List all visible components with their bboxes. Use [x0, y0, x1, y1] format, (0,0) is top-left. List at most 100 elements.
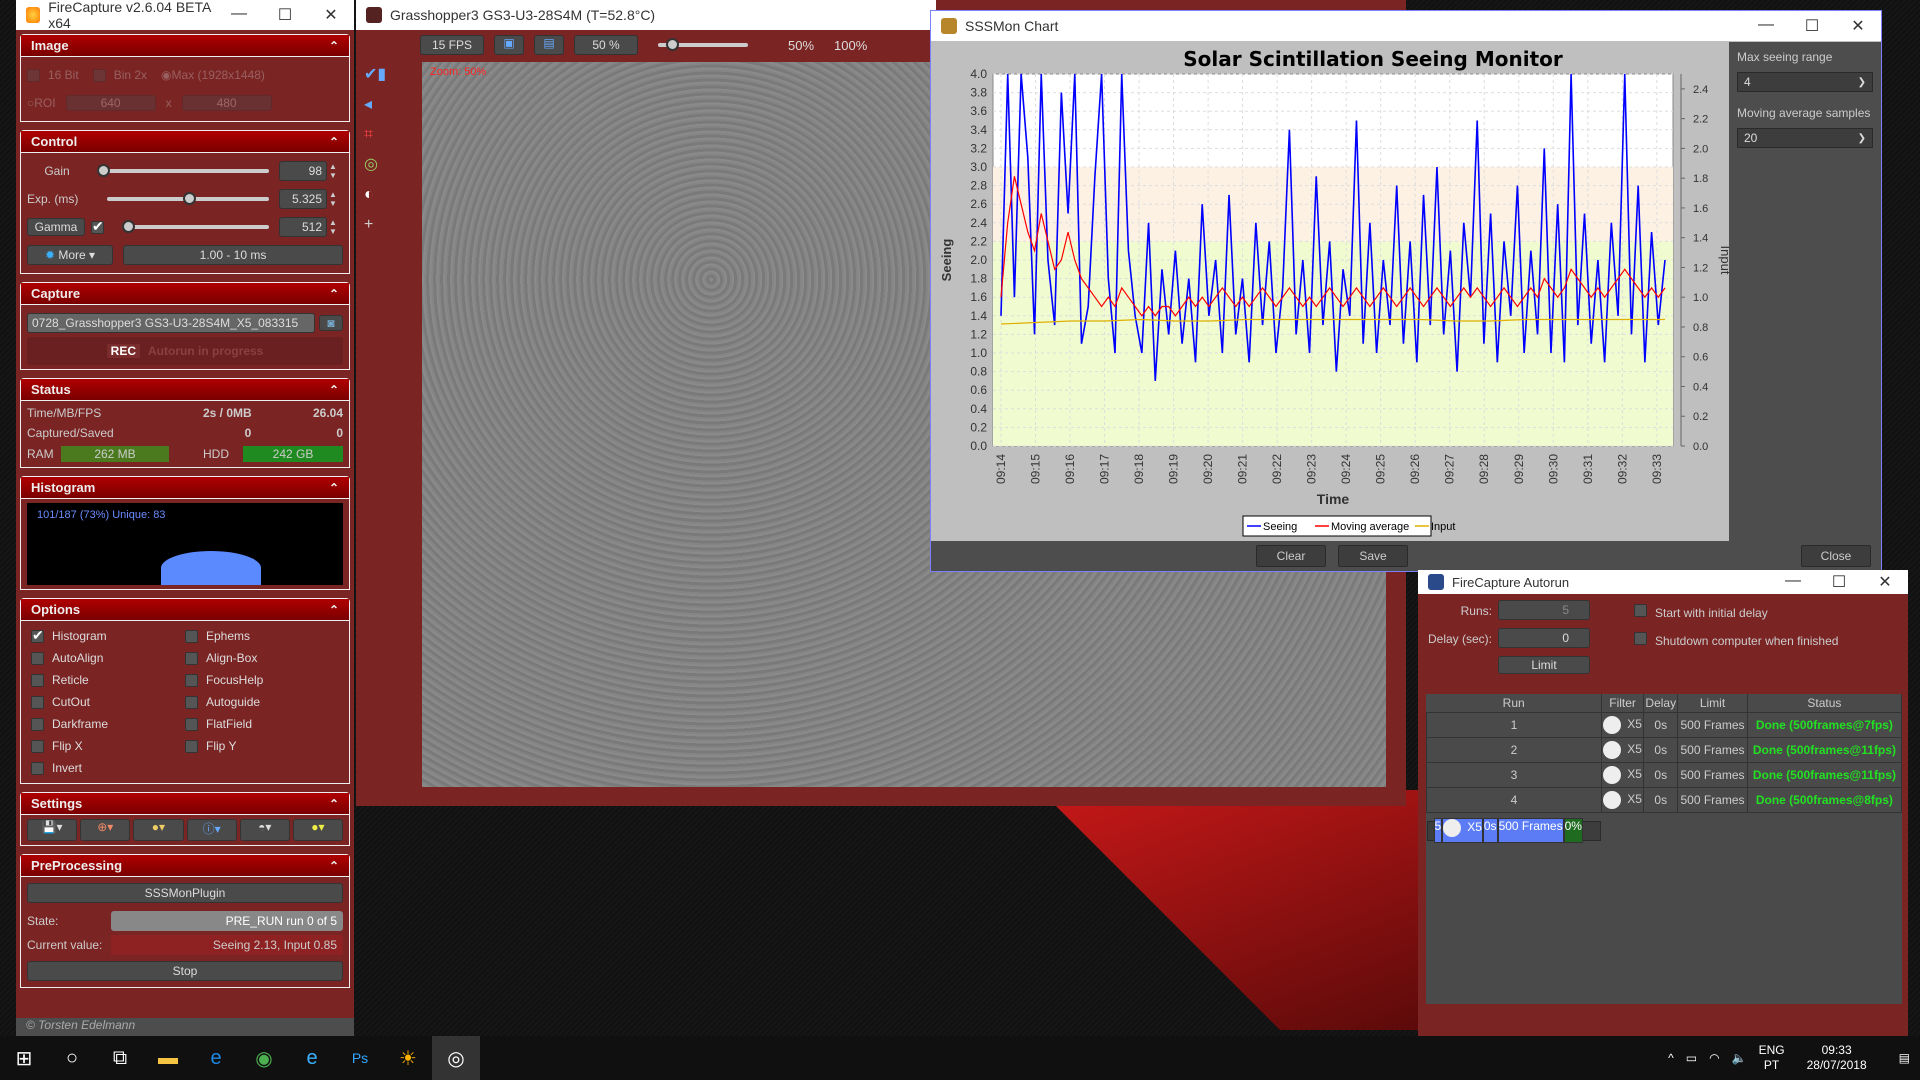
save-button[interactable]: Save [1338, 545, 1408, 567]
table-row[interactable]: 5 X5 0s 500 Frames 0% [1426, 818, 1602, 843]
option-autoalign[interactable]: AutoAlign [31, 647, 185, 669]
option-autoguide[interactable]: Autoguide [185, 691, 339, 713]
option-darkframe[interactable]: Darkframe [31, 713, 185, 735]
option-ephems[interactable]: Ephems [185, 625, 339, 647]
option-checkbox[interactable] [185, 717, 198, 731]
cortana-icon[interactable]: ○ [48, 1036, 96, 1080]
clear-button[interactable]: Clear [1256, 545, 1326, 567]
option-checkbox[interactable] [185, 673, 198, 687]
minimize-button[interactable]: — [216, 5, 262, 25]
limit-button[interactable]: Limit [1498, 656, 1590, 674]
delay-input[interactable]: 0 [1498, 628, 1590, 648]
close-button[interactable]: ✕ [1835, 16, 1881, 36]
gauge-icon[interactable]: ◓▾ [239, 819, 290, 841]
option-checkbox[interactable] [185, 629, 198, 643]
shutdown-checkbox[interactable] [1634, 632, 1647, 645]
collapse-icon[interactable]: ⌃ [329, 135, 339, 149]
windows-start-icon[interactable]: ⊞ [0, 1036, 48, 1080]
maximize-button[interactable]: ☐ [262, 5, 308, 25]
info-document-icon[interactable]: ⓘ▾ [186, 819, 237, 841]
exposure-range-button[interactable]: 1.00 - 10 ms [123, 245, 343, 265]
roi-radio[interactable]: ○ [27, 96, 34, 110]
internet-explorer-icon[interactable]: e [288, 1036, 336, 1080]
firecapture-taskbar-icon[interactable]: ◎ [432, 1036, 480, 1080]
option-checkbox[interactable] [31, 695, 44, 709]
maximize-button[interactable]: ☐ [1816, 572, 1862, 592]
sun-app-icon[interactable]: ☀ [384, 1036, 432, 1080]
display-settings-icon[interactable]: ▤ [534, 35, 564, 55]
chrome-icon[interactable]: ◉ [240, 1036, 288, 1080]
task-view-icon[interactable]: ⧉ [96, 1036, 144, 1080]
rec-button[interactable]: REC [106, 344, 140, 358]
add-icon[interactable]: + [364, 210, 404, 240]
focus-target-icon[interactable]: ◎ [364, 150, 404, 180]
gain-spinner[interactable]: ▲ ▼ [329, 162, 343, 180]
maximize-button[interactable]: ☐ [1789, 16, 1835, 36]
chart-close-button[interactable]: Close [1801, 545, 1871, 567]
max-range-select[interactable]: 4 ❯ [1737, 72, 1873, 92]
option-reticle[interactable]: Reticle [31, 669, 185, 691]
minimize-button[interactable]: — [1743, 16, 1789, 36]
roi-width-input[interactable]: 640 [65, 95, 156, 111]
column-header[interactable]: Status [1747, 694, 1903, 712]
action-center-icon[interactable]: ▤ [1899, 1051, 1910, 1065]
battery-icon[interactable]: ▭ [1686, 1051, 1697, 1065]
option-align-box[interactable]: Align-Box [185, 647, 339, 669]
table-row[interactable]: 3 X5 0s 500 Frames Done (500frames@11fps) [1426, 761, 1903, 788]
option-invert[interactable]: Invert [31, 757, 185, 779]
histogram-toggle-icon[interactable]: ✔▮ [364, 60, 404, 90]
tray-expand-icon[interactable]: ^ [1668, 1051, 1674, 1065]
option-checkbox[interactable] [31, 673, 44, 687]
collapse-icon[interactable]: ⌃ [329, 287, 339, 301]
option-flip-x[interactable]: Flip X [31, 735, 185, 757]
table-row[interactable]: 2 X5 0s 500 Frames Done (500frames@11fps) [1426, 736, 1903, 763]
close-button[interactable]: ✕ [1862, 572, 1908, 592]
planet-crosshair-icon[interactable]: ⊕▾ [80, 819, 131, 841]
collapse-icon[interactable]: ⌃ [329, 797, 339, 811]
sssmon-titlebar[interactable]: SSSMon Chart — ☐ ✕ [931, 11, 1881, 41]
roi-height-input[interactable]: 480 [181, 95, 272, 111]
collapse-icon[interactable]: ⌃ [329, 603, 339, 617]
contrast-icon[interactable]: ◐ [364, 180, 404, 210]
option-checkbox[interactable] [185, 651, 198, 665]
option-cutout[interactable]: CutOut [31, 691, 185, 713]
runs-input[interactable]: 5 [1498, 600, 1590, 620]
plugin-button[interactable]: SSSMonPlugin [27, 883, 343, 903]
table-row[interactable]: 4 X5 0s 500 Frames Done (500frames@8fps) [1426, 786, 1903, 813]
column-header[interactable]: Run [1426, 694, 1602, 712]
moving-average-select[interactable]: 20 ❯ [1737, 128, 1873, 148]
collapse-icon[interactable]: ⌃ [329, 481, 339, 495]
zoom-slider[interactable] [658, 38, 748, 51]
gamma-spinner[interactable]: ▲ ▼ [329, 218, 343, 236]
gamma-checkbox[interactable] [91, 218, 104, 235]
16bit-checkbox[interactable] [27, 68, 40, 82]
option-checkbox[interactable] [185, 739, 198, 753]
slider-handle[interactable] [97, 164, 110, 177]
exposure-spinner[interactable]: ▲ ▼ [329, 190, 343, 208]
column-header[interactable]: Filter [1601, 694, 1645, 712]
color-wheel-icon[interactable]: ●▾ [133, 819, 184, 841]
collapse-icon[interactable]: ⌃ [329, 383, 339, 397]
max-radio[interactable]: ◉ [161, 68, 171, 82]
option-flip-y[interactable]: Flip Y [185, 735, 339, 757]
initial-delay-checkbox[interactable] [1634, 604, 1647, 617]
zoom-button[interactable]: 50 % [574, 35, 638, 55]
volume-icon[interactable]: 🔈 [1732, 1051, 1747, 1065]
option-focushelp[interactable]: FocusHelp [185, 669, 339, 691]
initial-delay-option[interactable]: Start with initial delay [1634, 604, 1768, 620]
language-indicator[interactable]: ENG PT [1759, 1043, 1785, 1073]
option-flatfield[interactable]: FlatField [185, 713, 339, 735]
exposure-slider[interactable] [107, 192, 269, 205]
autorun-titlebar[interactable]: FireCapture Autorun — ☐ ✕ [1418, 570, 1908, 594]
option-histogram[interactable]: Histogram [31, 625, 185, 647]
minimize-button[interactable]: — [1770, 572, 1816, 592]
camera-titlebar[interactable]: Grasshopper3 GS3-U3-28S4M (T=52.8°C) [356, 0, 936, 30]
column-header[interactable]: Limit [1677, 694, 1748, 712]
collapse-icon[interactable]: ⌃ [329, 39, 339, 53]
close-button[interactable]: ✕ [308, 5, 354, 25]
gain-slider[interactable] [97, 164, 269, 177]
option-checkbox[interactable] [31, 651, 44, 665]
option-checkbox[interactable] [31, 739, 44, 753]
exposure-input[interactable]: 5.325 [279, 189, 327, 209]
sun-planet-icon[interactable]: ●▾ [292, 819, 344, 841]
